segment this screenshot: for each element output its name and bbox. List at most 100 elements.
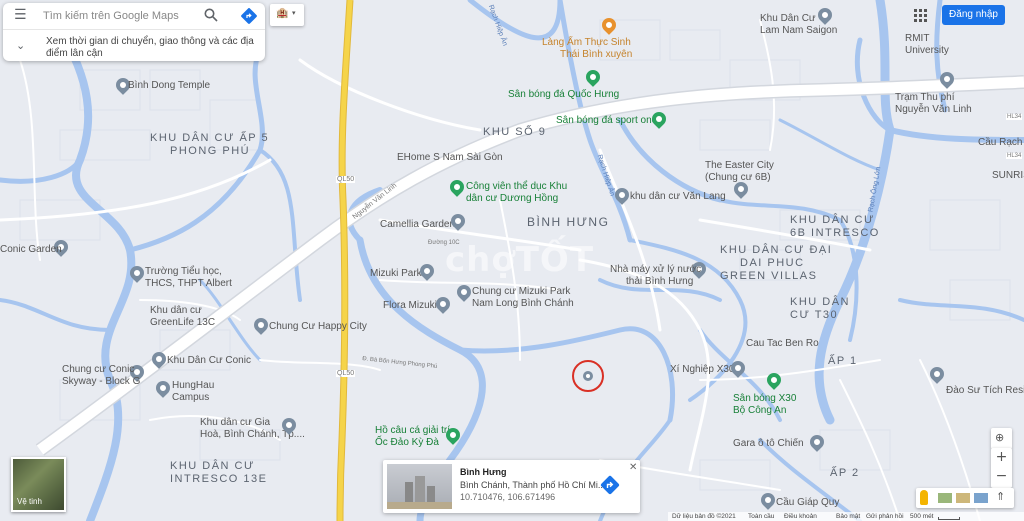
- poi-mizuki-park[interactable]: Mizuki Park: [370, 268, 422, 280]
- feedback-link[interactable]: Gửi phản hồi: [866, 512, 904, 521]
- poi-ehome[interactable]: EHome S Nam Sài Gòn: [397, 152, 503, 164]
- crosshair-icon: ⊕: [995, 431, 1005, 444]
- area-t30-line1: KHU DÂN: [790, 296, 851, 308]
- poi-san-bong-x30-line2: Bộ Công An: [733, 405, 787, 416]
- poi-van-lang[interactable]: khu dân cư Văn Lang: [630, 191, 726, 203]
- poi-conic-skyway[interactable]: Chung cư Conic Skyway - Block G: [62, 364, 140, 388]
- poi-dao-su-tich[interactable]: Đào Sư Tích Residence: [946, 385, 1024, 397]
- poi-conic[interactable]: Khu Dân Cư Conic: [167, 355, 251, 367]
- area-daiphuc-line1: KHU DÂN CƯ ĐẠI: [720, 244, 833, 256]
- poi-conic-garden[interactable]: Conic Garden: [0, 244, 62, 256]
- poi-truong-line1: Trường Tiểu học,: [145, 266, 222, 277]
- signin-button[interactable]: Đăng nhập: [942, 5, 1005, 25]
- poi-nha-may-line1: Nhà máy xử lý nước: [610, 264, 702, 275]
- layers-strip: ⇑: [916, 488, 1014, 508]
- road-label-hl34: HL34: [1006, 153, 1023, 159]
- poi-lang-am-thuc-line1: Làng Ẩm Thực Sinh: [542, 37, 631, 48]
- poi-san-bong-x30[interactable]: Sân bóng X30 Bộ Công An: [733, 393, 796, 417]
- poi-rmit-line1: RMIT: [905, 33, 930, 44]
- place-title: Bình Hưng: [460, 467, 507, 477]
- poi-easter-city[interactable]: The Easter City (Chung cư 6B): [705, 160, 774, 184]
- poi-nha-may-line2: thải Bình Hưng: [626, 276, 694, 287]
- poi-ho-cau-line1: Hồ câu cá giải trí: [375, 425, 451, 436]
- zoom-in-button[interactable]: +: [991, 449, 1012, 465]
- area-intresco6b: KHU DÂN CƯ 6B INTRESCO: [790, 214, 880, 240]
- map-footer: Dữ liệu bản đồ ©2021 Toàn cầu Điều khoản…: [668, 512, 1024, 521]
- poi-cau-rach[interactable]: Cầu Rạch Đ: [978, 137, 1024, 149]
- poi-lang-am-thuc[interactable]: Làng Ẩm Thực Sinh Thái Bình xuyên: [542, 37, 632, 61]
- pegman-icon[interactable]: [920, 490, 928, 505]
- menu-icon[interactable]: ☰: [14, 7, 27, 23]
- poi-lang-am-thuc-line2: Thái Bình xuyên: [560, 49, 633, 60]
- poi-tram-thu-phi[interactable]: Trạm Thu phí Nguyễn Văn Linh: [895, 92, 972, 116]
- apps-grid-icon[interactable]: [914, 9, 928, 23]
- directions-icon[interactable]: [241, 8, 257, 28]
- zoom-out-button[interactable]: −: [991, 468, 1012, 484]
- privacy-link[interactable]: Bảo mật: [836, 512, 860, 521]
- terms-link[interactable]: Toàn cầu: [748, 512, 774, 521]
- scale-bar: [938, 517, 960, 520]
- expand-icon[interactable]: ⇑: [996, 490, 1005, 503]
- road-label-ql50: QL50: [336, 370, 356, 377]
- poi-xi-nghiep[interactable]: Xí Nghiệp X30: [670, 364, 735, 376]
- my-location-button[interactable]: ⊕: [991, 428, 1012, 449]
- area-t30: KHU DÂN CƯ T30: [790, 296, 850, 322]
- chevron-down-icon[interactable]: ⌄: [16, 39, 25, 52]
- search-input[interactable]: [43, 7, 193, 25]
- area-binhhung: BÌNH HƯNG: [527, 215, 610, 229]
- poi-nha-may[interactable]: Nhà máy xử lý nước thải Bình Hưng: [610, 264, 701, 288]
- poi-cong-vien-line1: Công viên thể dục Khu: [466, 181, 568, 192]
- poi-chung-cu-mizuki[interactable]: Chung cư Mizuki Park Nam Long Bình Chánh: [472, 286, 574, 310]
- poi-binh-dong-temple[interactable]: Bình Dong Temple: [128, 80, 210, 92]
- area-ap2: ẤP 2: [830, 467, 860, 479]
- policy-link[interactable]: Điều khoản: [784, 512, 817, 521]
- area-t30-line2: CƯ T30: [790, 309, 839, 321]
- poi-happy-city[interactable]: Chung Cư Happy City: [269, 321, 367, 333]
- poi-rmit-line2: University: [905, 45, 949, 56]
- layer-thumb-icon[interactable]: [974, 493, 988, 503]
- road-label-ql50: QL50: [336, 176, 356, 183]
- scale-label: 500 mét: [910, 513, 934, 520]
- satellite-layer-button[interactable]: Vệ tinh: [11, 457, 66, 512]
- search-panel: ☰ ⌄ Xem thời gian di chuyển, giao thông …: [3, 3, 265, 61]
- poi-cong-vien[interactable]: Công viên thể dục Khu dân cư Dương Hồng: [466, 181, 567, 205]
- poi-rmit[interactable]: RMIT University: [905, 33, 949, 57]
- poi-camellia[interactable]: Camellia Garden: [380, 219, 455, 231]
- poi-flora[interactable]: Flora Mizuki: [383, 300, 437, 312]
- layer-toggle-button[interactable]: 🏨 ▾: [270, 4, 304, 26]
- area-daiphuc-line3: GREEN VILLAS: [720, 270, 818, 282]
- layer-thumb-icon[interactable]: [956, 493, 970, 503]
- poi-greenlife[interactable]: Khu dân cư GreenLife 13C: [150, 305, 215, 329]
- area-intresco13e: KHU DÂN CƯ INTRESCO 13E: [170, 460, 267, 486]
- search-icon[interactable]: [204, 7, 218, 26]
- zoom-controls: + −: [991, 448, 1012, 488]
- poi-cau-tac[interactable]: Cau Tac Ben Ro: [746, 338, 819, 350]
- road-label-hl34: HL34: [1006, 114, 1023, 120]
- poi-hunghau[interactable]: HungHau Campus: [172, 380, 214, 404]
- layer-thumb-icon[interactable]: [938, 493, 952, 503]
- poi-san-bong-sport[interactable]: Sân bóng đá sport one: [556, 115, 657, 127]
- poi-ho-cau[interactable]: Hồ câu cá giải trí Ốc Đảo Kỳ Đà: [375, 425, 450, 449]
- poi-khu-dan-cu-lam[interactable]: Khu Dân Cư Lam Nam Saigon: [760, 13, 837, 37]
- poi-hunghau-line2: Campus: [172, 392, 210, 403]
- poi-cau-giap-quy[interactable]: Cầu Giáp Quy: [776, 497, 839, 509]
- poi-conic-skyway-line1: Chung cư Conic: [62, 364, 135, 375]
- place-info-card[interactable]: Bình Hưng Bình Chánh, Thành phố Hồ Chí M…: [383, 460, 640, 513]
- poi-chung-cu-mizuki-line2: Nam Long Bình Chánh: [472, 298, 574, 309]
- transit-note[interactable]: Xem thời gian di chuyển, giao thông và c…: [46, 36, 256, 60]
- poi-gara[interactable]: Gara ô tô Chiến: [733, 438, 804, 450]
- poi-khu-dan-cu-lam-line1: Khu Dân Cư: [760, 13, 816, 24]
- directions-icon[interactable]: [599, 474, 621, 496]
- area-khuso9: KHU SỐ 9: [483, 126, 547, 138]
- area-ap5-line1: KHU DÂN CƯ ẤP 5: [150, 132, 270, 144]
- poi-truong[interactable]: Trường Tiểu học, THCS, THPT Albert: [145, 266, 232, 290]
- satellite-label: Vệ tinh: [17, 497, 42, 506]
- place-thumbnail[interactable]: [387, 464, 452, 509]
- poi-sunrise[interactable]: SUNRIS: [992, 170, 1024, 182]
- search-bar: ☰: [3, 3, 265, 30]
- area-intresco6b-line2: 6B INTRESCO: [790, 227, 880, 239]
- poi-greenlife-line1: Khu dân cư: [150, 305, 202, 316]
- poi-san-bong-qh[interactable]: Sân bóng đá Quốc Hưng: [508, 89, 619, 101]
- close-icon[interactable]: ✕: [629, 462, 637, 473]
- poi-chung-cu-mizuki-line1: Chung cư Mizuki Park: [472, 286, 571, 297]
